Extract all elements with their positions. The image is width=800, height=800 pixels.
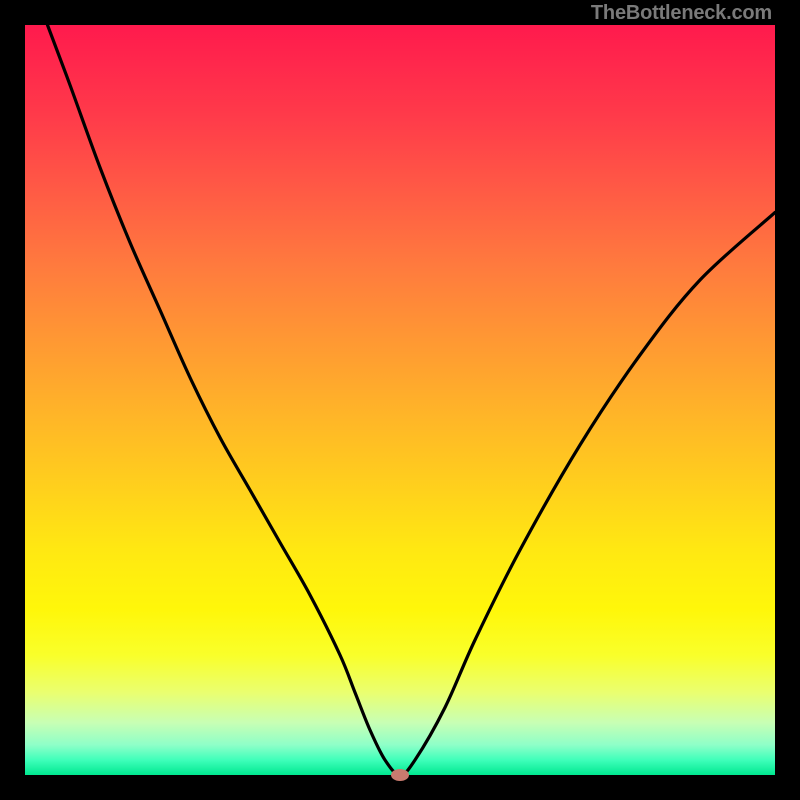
watermark-text: TheBottleneck.com <box>591 2 772 25</box>
plot-area <box>25 25 775 775</box>
bottleneck-curve <box>25 25 775 775</box>
optimal-marker <box>391 769 409 781</box>
chart-frame: TheBottleneck.com <box>0 0 800 800</box>
